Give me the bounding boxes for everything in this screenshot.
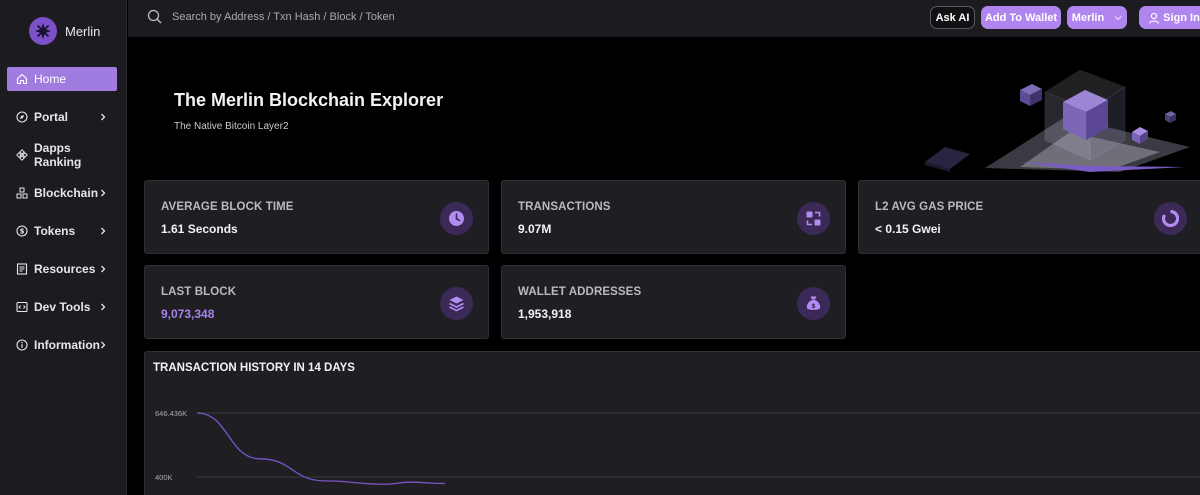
- stat-value: 1,953,918: [518, 307, 572, 321]
- sidebar-item-tokens[interactable]: $ Tokens: [7, 219, 117, 243]
- compass-icon: [16, 111, 28, 123]
- page-title: The Merlin Blockchain Explorer: [174, 90, 444, 110]
- sidebar-item-portal[interactable]: Portal: [7, 105, 117, 129]
- sidebar-item-dev-tools[interactable]: Dev Tools: [7, 295, 117, 319]
- add-to-wallet-button[interactable]: Add To Wallet: [981, 6, 1061, 29]
- last-block-link[interactable]: 9,073,348: [161, 307, 214, 321]
- sidebar-item-label: Dapps Ranking: [34, 141, 82, 169]
- gauge-icon: [1154, 202, 1187, 235]
- chevron-right-icon: [101, 189, 106, 197]
- chevron-right-icon: [101, 341, 106, 349]
- brand-name: Merlin: [65, 23, 101, 39]
- stat-card-average-block-time: AVERAGE BLOCK TIME 1.61 Seconds: [144, 180, 489, 254]
- transfer-icon: [797, 202, 830, 235]
- blocks-icon: [16, 187, 28, 199]
- chart-plot: 646.436K 400K: [155, 409, 1200, 485]
- transaction-history-chart: TRANSACTION HISTORY IN 14 DAYS 646.436K 4…: [144, 351, 1200, 495]
- search-icon: [147, 9, 162, 24]
- network-label: Merlin: [1071, 11, 1105, 24]
- stat-label: LAST BLOCK: [161, 286, 237, 298]
- search-bar: [147, 9, 492, 24]
- stat-card-gas-price: L2 AVG GAS PRICE < 0.15 Gwei: [858, 180, 1200, 254]
- layers-icon: [440, 287, 473, 320]
- chevron-right-icon: [101, 265, 106, 273]
- diamond-grid-icon: [16, 149, 28, 161]
- stat-label: WALLET ADDRESSES: [518, 286, 642, 298]
- sidebar-item-home[interactable]: Home: [7, 67, 117, 91]
- sidebar-item-blockchain[interactable]: Blockchain: [7, 181, 117, 205]
- sidebar: Merlin Home Portal Dapps Ranking Blockch…: [0, 0, 127, 495]
- stat-label: TRANSACTIONS: [518, 201, 611, 213]
- code-icon: [16, 301, 28, 313]
- stat-value: 1.61 Seconds: [161, 222, 238, 236]
- user-icon: [1149, 12, 1160, 24]
- money-bag-icon: $: [797, 287, 830, 320]
- sidebar-item-label: Home: [34, 72, 67, 86]
- stat-card-wallet-addresses: WALLET ADDRESSES 1,953,918 $: [501, 265, 846, 339]
- merlin-logo-icon: [29, 17, 57, 45]
- page-subtitle: The Native Bitcoin Layer2: [174, 121, 289, 132]
- clock-icon: [440, 202, 473, 235]
- sidebar-item-resources[interactable]: Resources: [7, 257, 117, 281]
- stat-value: 9.07M: [518, 222, 552, 236]
- hero-cubes-illustration: [925, 69, 1190, 172]
- sidebar-item-information[interactable]: Information: [7, 333, 117, 357]
- stat-card-last-block: LAST BLOCK 9,073,348: [144, 265, 489, 339]
- chevron-right-icon: [101, 303, 106, 311]
- home-icon: [16, 73, 28, 85]
- stat-label: L2 AVG GAS PRICE: [875, 201, 984, 213]
- series-line: [196, 412, 446, 485]
- dollar-coin-icon: $: [16, 225, 28, 237]
- sign-in-label: Sign In: [1163, 11, 1200, 24]
- stat-label: AVERAGE BLOCK TIME: [161, 201, 294, 213]
- svg-text:$: $: [811, 302, 816, 310]
- sidebar-item-label: Resources: [34, 262, 96, 276]
- svg-text:$: $: [20, 228, 25, 236]
- y-tick-label: 646.436K: [155, 409, 187, 418]
- sign-in-button[interactable]: Sign In: [1139, 6, 1200, 29]
- chevron-right-icon: [101, 227, 106, 235]
- chevron-down-icon: [1114, 15, 1122, 20]
- sidebar-item-label: Tokens: [34, 224, 76, 238]
- sidebar-item-label: Dev Tools: [34, 300, 91, 314]
- search-input[interactable]: [172, 10, 492, 23]
- info-icon: [16, 339, 28, 351]
- sidebar-item-dapps-ranking[interactable]: Dapps Ranking: [7, 141, 117, 169]
- sidebar-nav: Home Portal Dapps Ranking Blockchain $ T…: [7, 67, 117, 371]
- sidebar-item-label: Blockchain: [34, 186, 99, 200]
- sidebar-item-label: Information: [34, 338, 100, 352]
- ask-ai-button[interactable]: Ask AI: [930, 6, 975, 29]
- brand[interactable]: Merlin: [29, 17, 100, 45]
- document-icon: [16, 263, 28, 275]
- chevron-right-icon: [101, 113, 106, 121]
- y-tick-label: 400K: [155, 473, 173, 482]
- stat-card-transactions: TRANSACTIONS 9.07M: [501, 180, 846, 254]
- sidebar-item-label: Portal: [34, 110, 69, 124]
- stat-value: < 0.15 Gwei: [875, 222, 941, 236]
- top-header: Ask AI Add To Wallet Merlin Sign In: [128, 0, 1200, 37]
- network-select-button[interactable]: Merlin: [1067, 6, 1127, 29]
